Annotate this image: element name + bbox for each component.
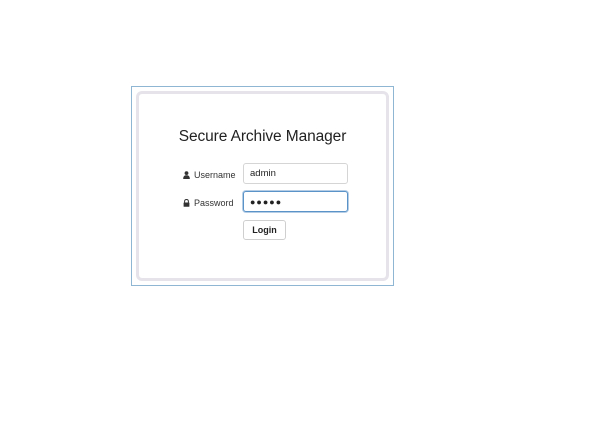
- password-label-text: Password: [194, 198, 234, 208]
- username-input[interactable]: admin: [243, 163, 348, 184]
- login-button[interactable]: Login: [243, 220, 286, 240]
- login-panel: Secure Archive Manager Username admin Pa…: [136, 91, 389, 281]
- user-icon: [183, 171, 190, 179]
- app-title: Secure Archive Manager: [178, 128, 347, 145]
- password-label: Password: [183, 198, 234, 208]
- password-input[interactable]: ●●●●●: [243, 191, 348, 212]
- username-label-text: Username: [194, 170, 236, 180]
- login-window: Secure Archive Manager Username admin Pa…: [131, 86, 394, 286]
- username-label: Username: [183, 170, 236, 180]
- lock-icon: [183, 199, 190, 207]
